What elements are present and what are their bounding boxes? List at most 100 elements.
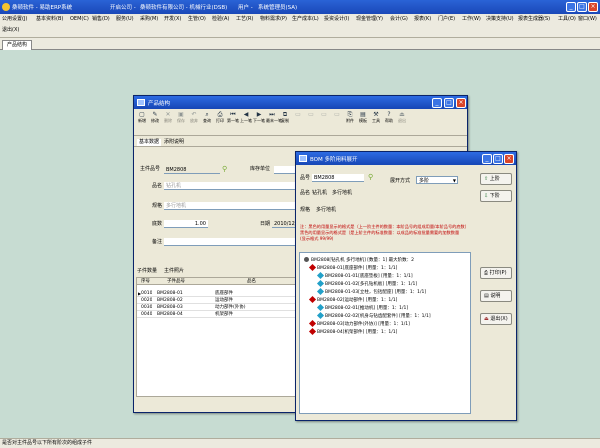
close-icon[interactable]: × <box>456 98 466 108</box>
menu-work[interactable]: 工作(W) <box>462 16 481 23</box>
exit-button[interactable]: ⏏ 退出(X) <box>480 313 512 325</box>
prev-record-button[interactable]: ◀ 上一笔 <box>240 112 252 124</box>
menu-purchase[interactable]: 采购(M) <box>140 16 158 23</box>
query-button[interactable]: ⌕ 查询 <box>201 112 213 124</box>
close-icon[interactable]: × <box>588 2 598 12</box>
edit-button[interactable]: ✎ 修改 <box>149 112 161 124</box>
disabled-button-1[interactable]: ▭ <box>292 112 304 122</box>
save-button[interactable]: ▣ 保存 <box>175 112 187 124</box>
tree-node[interactable]: BM2808-03[动力部件(外协)] [用量：1：1/1] <box>308 319 410 328</box>
menu-cost[interactable]: 生产成本(L) <box>292 16 319 23</box>
col-name[interactable]: 品名 <box>247 278 256 285</box>
menu-develop[interactable]: 开发(X) <box>164 16 181 23</box>
tab-product-structure[interactable]: 产品结构 <box>2 40 33 50</box>
lookup-icon[interactable]: ⚲ <box>222 165 227 173</box>
menu-exit[interactable]: 退出(X) <box>2 27 19 34</box>
menu-process[interactable]: 工艺(R) <box>236 16 253 23</box>
component-icon <box>316 287 325 296</box>
tree-node[interactable]: BM2808-02-02[机身与钻齿配套件] [用量：1：1/1] <box>316 311 431 320</box>
col-code[interactable]: 子件品号 <box>167 278 185 285</box>
name-label: 品名 <box>152 183 163 189</box>
lookup-icon[interactable]: ⚲ <box>368 173 373 181</box>
menu-common[interactable]: 公用设置(J) <box>2 16 27 23</box>
remark-field[interactable] <box>164 238 296 246</box>
menu-sales[interactable]: 销售(D) <box>92 16 110 23</box>
document-icon: ▤ <box>484 293 489 299</box>
menu-decision[interactable]: 决策支持(U) <box>486 16 514 23</box>
bom-name-value: 钻孔机 <box>312 190 328 196</box>
tree-node-root[interactable]: BM2808[钻孔机 多行地机] [数量：1] 最大阶数：2 <box>304 257 414 264</box>
notes-button[interactable]: ▤ 说明 <box>480 290 512 302</box>
menu-portal[interactable]: 门户(E) <box>438 16 455 23</box>
menu-reports[interactable]: 报表(K) <box>414 16 431 23</box>
next-record-button[interactable]: ▶ 下一笔 <box>253 112 265 124</box>
help-button[interactable]: ? 帮助 <box>383 112 395 124</box>
menu-report-gen[interactable]: 报表生成器(S) <box>518 16 550 23</box>
tree-node[interactable]: BM2808-01[底座部件] [用量：1：1/1] <box>308 263 397 272</box>
first-record-button[interactable]: ⏮ 第一笔 <box>227 112 239 124</box>
user-label: 用户 - <box>238 5 253 11</box>
spec-field[interactable]: 多行地机 <box>164 202 296 210</box>
tree-node[interactable]: BM2808-01-03[立柱，包括配座] [用量：1：1/1] <box>316 287 426 296</box>
col-seq[interactable]: 序号 <box>141 278 150 285</box>
minimize-icon[interactable]: _ <box>482 154 492 164</box>
menu-tools[interactable]: 工具(O) <box>558 16 576 23</box>
menu-mrp[interactable]: 物料需求(P) <box>260 16 287 23</box>
tree-node[interactable]: BM2808-02[运动部件] [用量：1：1/1] <box>308 295 397 304</box>
bom-mode-select[interactable]: 多阶 ▼ <box>416 176 458 184</box>
menu-invest[interactable]: 投资设计(I) <box>324 16 349 23</box>
main-part-label: 主件品号 <box>140 166 161 172</box>
menu-bar: 公用设置(J) 基本资料(B) OEM(C) 销售(D) 服务(U) 采购(M)… <box>0 14 600 38</box>
tab-basic-data[interactable]: 基本数据 <box>137 139 162 146</box>
disabled-button-2[interactable]: ▭ <box>305 112 317 122</box>
minimize-icon[interactable]: _ <box>432 98 442 108</box>
exit-button[interactable]: ⏏ 退出 <box>396 112 408 124</box>
table-row[interactable]: 0030 BM2808-03 动力部件(外协) <box>137 304 295 311</box>
attachment-button[interactable]: ⎘ 附件 <box>344 112 356 124</box>
tab-main-photo[interactable]: 主件照片 <box>164 268 184 275</box>
bom-part-field[interactable]: BM2808 <box>312 174 364 182</box>
menu-inspection[interactable]: 检验(A) <box>212 16 229 23</box>
maximize-icon[interactable]: □ <box>577 2 587 12</box>
bom-mode-value: 多阶 <box>419 178 430 184</box>
name-field[interactable]: 钻孔机 <box>164 182 296 190</box>
tree-node[interactable]: BM2808-01-01[底座垫板] [用量：1：1/1] <box>316 271 413 280</box>
last-record-button[interactable]: ⏭ 最末一笔 <box>266 112 282 124</box>
tab-child-qty[interactable]: 子件数量 <box>137 268 157 275</box>
minimize-icon[interactable]: _ <box>566 2 576 12</box>
up-level-button[interactable]: ⇧ 上阶 <box>480 173 512 185</box>
disabled-button-4[interactable]: ▭ <box>331 112 343 122</box>
tools-button[interactable]: ⚒ 工具 <box>370 112 382 124</box>
warehouse-field[interactable] <box>274 166 296 174</box>
table-row[interactable]: 0040 BM2808-04 机架部件 <box>137 311 295 318</box>
cancel-button[interactable]: ↶ 放弃 <box>188 112 200 124</box>
tree-node[interactable]: BM2808-01-02[多孔钻机板] [用量：1：1/1] <box>316 279 417 288</box>
print-button[interactable]: ⎙ 打印 <box>214 112 226 124</box>
component-icon <box>316 271 325 280</box>
tree-node[interactable]: BM2808-04[机架部件] [用量：1：1/1] <box>308 327 397 336</box>
menu-oem[interactable]: OEM(C) <box>70 16 89 23</box>
menu-production[interactable]: 生管(O) <box>188 16 206 23</box>
tree-node[interactable]: BM2808-02-01[推动机] [用量：1：1/1] <box>316 303 408 312</box>
table-row[interactable]: ▶ 0010 BM2808-01 底座部件 <box>137 290 295 297</box>
print-button[interactable]: ⎙ 打印(P) <box>480 267 512 279</box>
tab-attached-notes[interactable]: 添附说明 <box>164 139 184 146</box>
menu-cash[interactable]: 现金管理(Y) <box>356 16 383 23</box>
close-icon[interactable]: × <box>504 154 514 164</box>
down-level-button[interactable]: ⇩ 下阶 <box>480 190 512 202</box>
menu-service[interactable]: 服务(U) <box>116 16 134 23</box>
maximize-icon[interactable]: □ <box>493 154 503 164</box>
table-row[interactable]: 0020 BM2808-02 运动部件 <box>137 297 295 304</box>
template-button[interactable]: ▤ 模板 <box>357 112 369 124</box>
maximize-icon[interactable]: □ <box>444 98 454 108</box>
copy-button[interactable]: ⧉ 复制 <box>279 112 291 124</box>
disabled-button-3[interactable]: ▭ <box>318 112 330 122</box>
menu-basic[interactable]: 基本资料(B) <box>36 16 63 23</box>
date-field[interactable]: 2010/12/2 <box>272 220 300 228</box>
qty-field[interactable]: 1.00 <box>164 220 208 228</box>
add-button[interactable]: ▢ 新增 <box>136 112 148 124</box>
menu-accounting[interactable]: 会计(G) <box>390 16 408 23</box>
main-part-field[interactable]: BM2808 <box>164 166 220 174</box>
delete-button[interactable]: ✕ 删除 <box>162 112 174 124</box>
menu-window[interactable]: 窗口(W) <box>578 16 597 23</box>
